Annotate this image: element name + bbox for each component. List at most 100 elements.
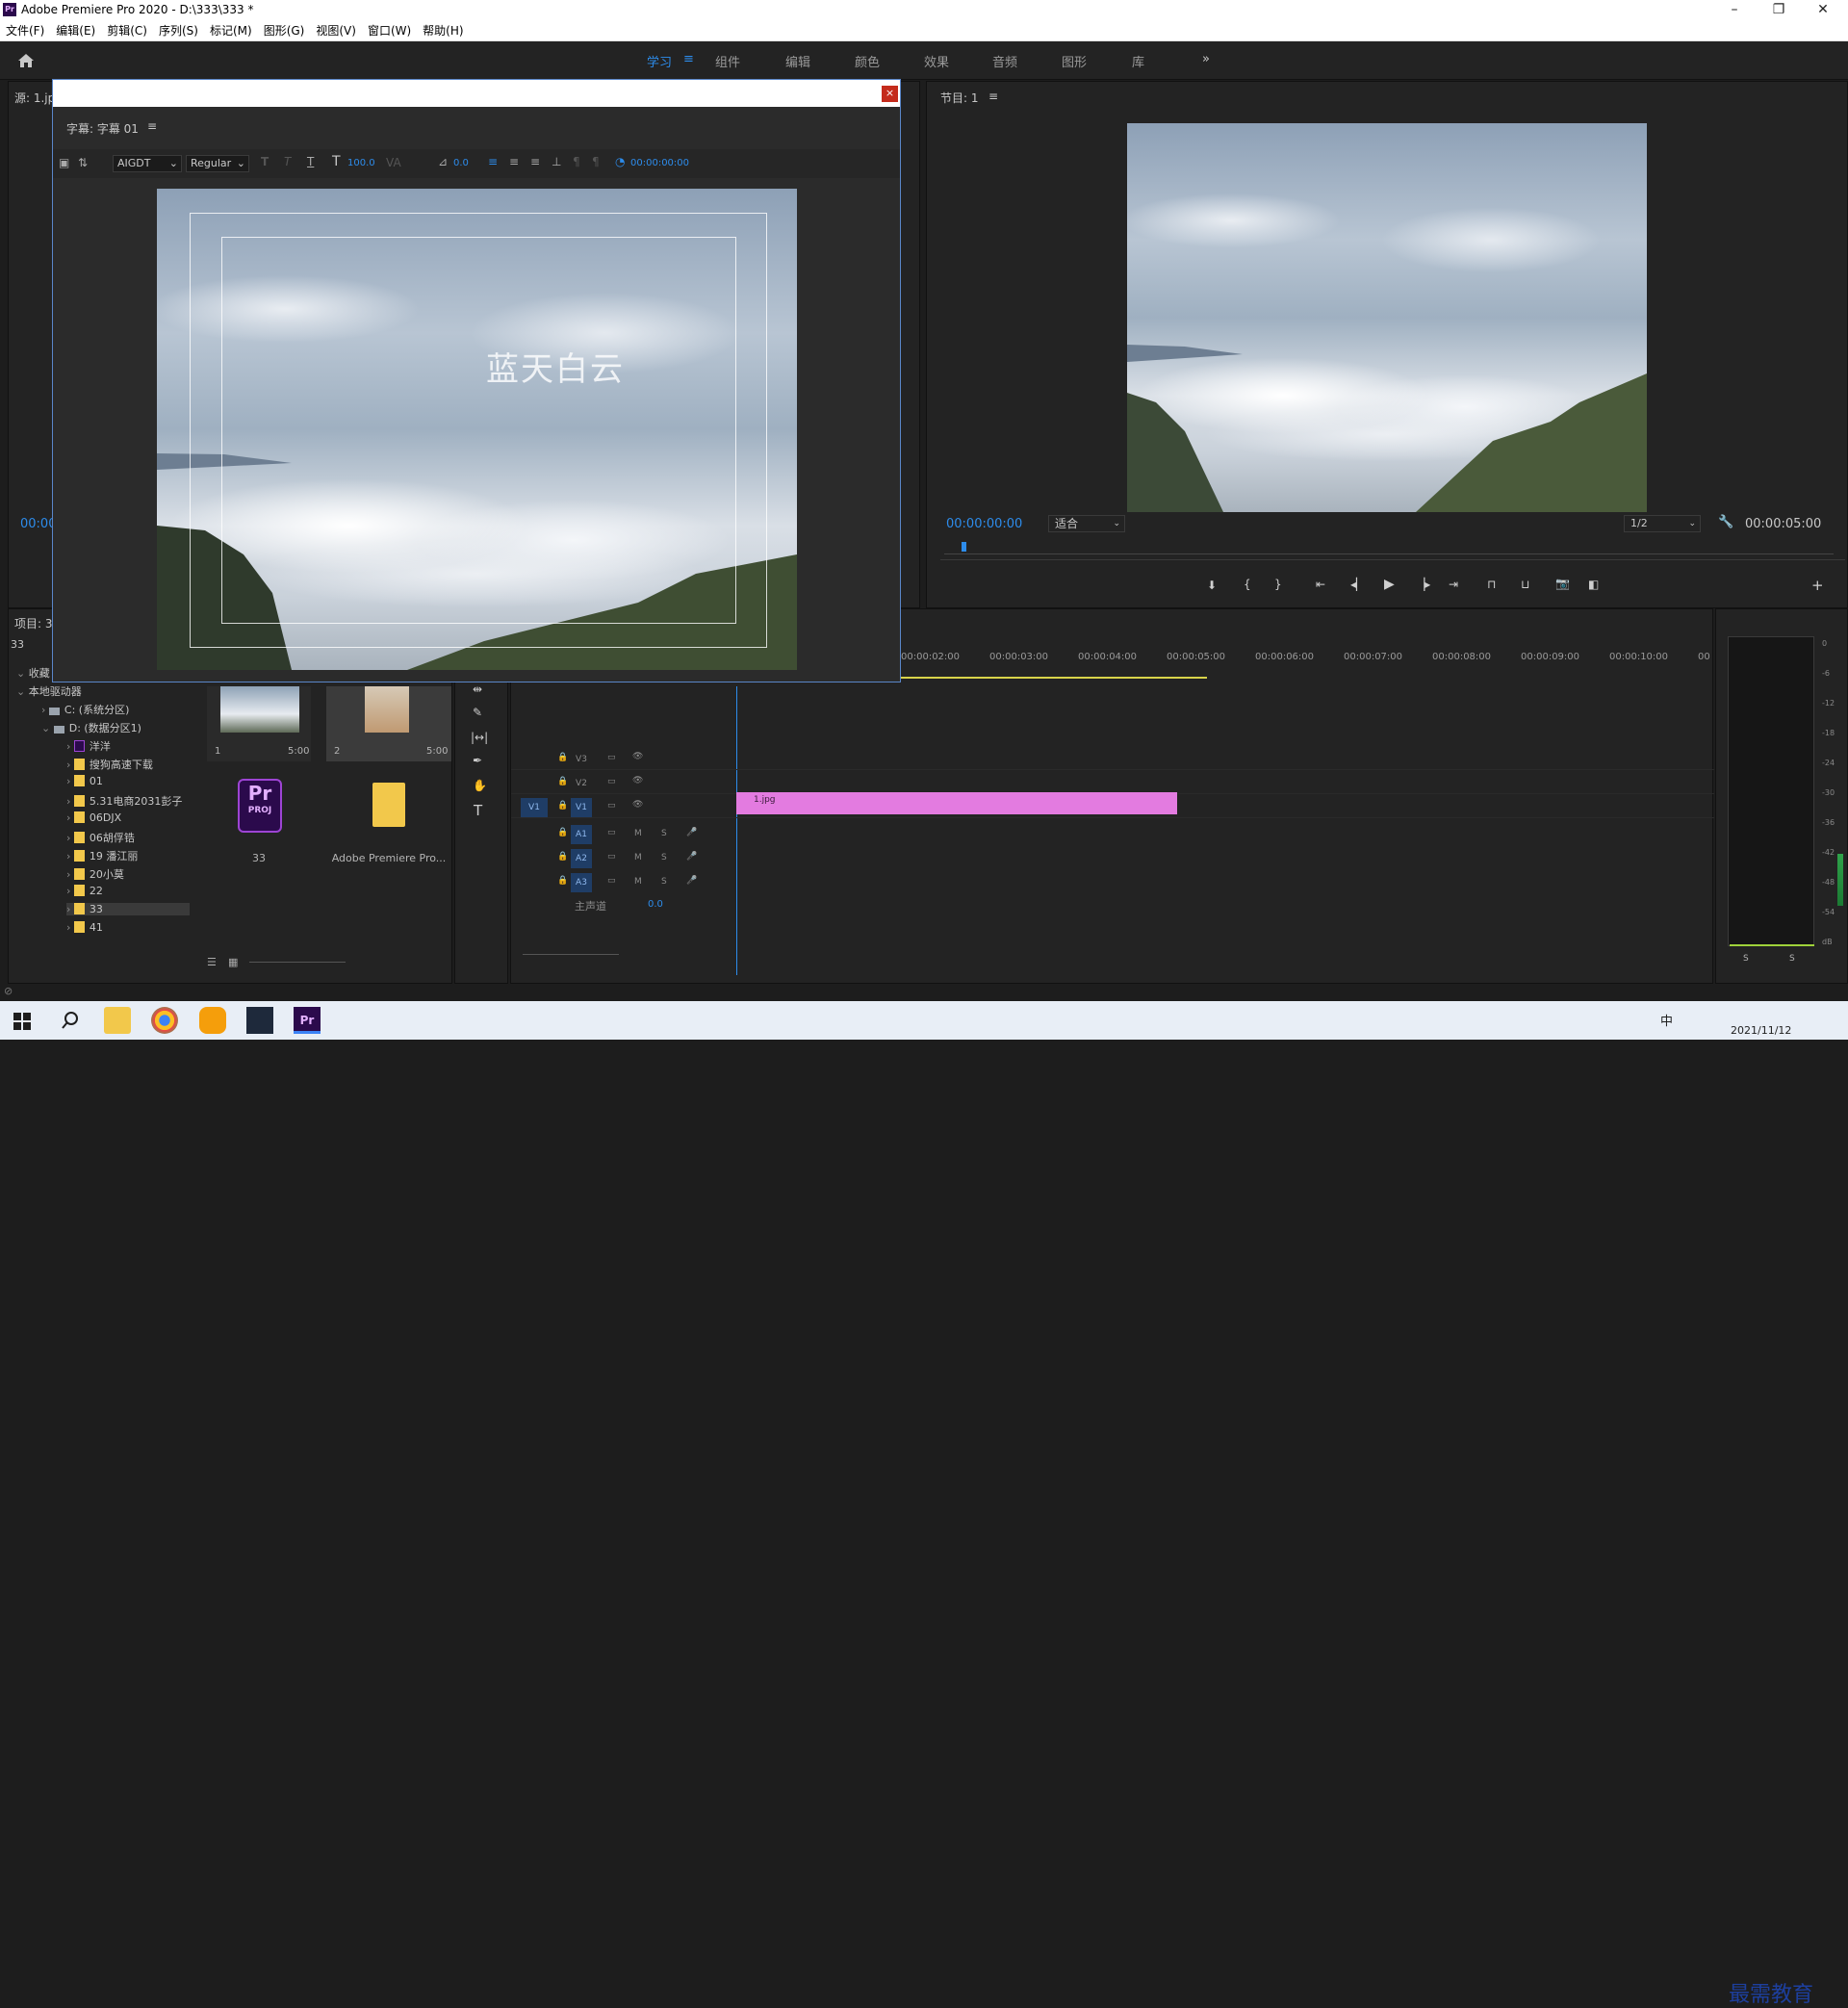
tab-stops-icon[interactable]: ⊥ [552,155,561,168]
tree-item[interactable]: ⌄ D: (数据分区1) [41,720,190,735]
chevron-icon[interactable]: ⌄ [41,722,54,734]
tree-item[interactable]: › 06DJX [66,811,190,824]
lock-icon[interactable]: 🔒 [557,801,568,811]
add-button-icon[interactable]: + [1811,577,1824,594]
menu-window[interactable]: 窗口(W) [362,21,417,41]
program-panel-menu-icon[interactable]: ≡ [988,90,998,103]
lock-icon[interactable]: 🔒 [557,777,568,786]
track-row[interactable]: 🔒 A3 ▭ M S 🎤 [511,872,1714,893]
solo-button[interactable]: S [661,853,667,862]
align-right-icon[interactable]: ≡ [530,155,540,168]
master-track-value[interactable]: 0.0 [648,899,663,910]
list-view-icon[interactable]: ☰ [207,956,217,968]
lock-icon[interactable]: 🔒 [557,852,568,862]
mute-button[interactable]: M [634,877,642,887]
program-playhead[interactable] [962,542,966,552]
title-template-icon[interactable]: ▣ [59,156,69,169]
sync-lock-icon[interactable]: ▭ [607,852,616,862]
tree-item[interactable]: › 洋洋 [66,738,190,754]
workspace-menu-icon[interactable]: ≡ [683,52,694,66]
workspace-color[interactable]: 颜色 [855,52,880,70]
eye-icon[interactable]: 👁 [632,752,643,761]
icon-view-icon[interactable]: ▦ [228,956,238,968]
lift-icon[interactable]: ⊓ [1487,578,1496,591]
step-back-icon[interactable]: ◂▏ [1350,578,1365,591]
track-target-a1[interactable]: A1 [571,825,592,844]
program-scrub-bar[interactable] [944,553,1834,554]
slip-tool-icon[interactable]: |↔| [471,731,488,744]
menu-view[interactable]: 视图(V) [310,21,362,41]
timeline-zoom-scroll[interactable] [523,954,619,955]
tree-item[interactable]: ⌄ 本地驱动器 [16,683,190,699]
razor-tool-icon[interactable]: ✎ [473,706,482,719]
solo-button[interactable]: S [661,877,667,887]
zoom-select[interactable]: 适合 ⌄ [1048,515,1125,532]
track-target-v2[interactable]: V2 [571,774,592,793]
tree-item[interactable]: › 20小莫 [66,866,190,882]
maximize-button[interactable]: ❐ [1757,0,1801,21]
search-icon[interactable] [62,1012,79,1029]
project-folder-adobe[interactable]: Adobe Premiere Pro... [326,771,451,877]
step-forward-icon[interactable]: ▕▸ [1416,578,1430,591]
mark-out-icon[interactable]: } [1274,578,1282,591]
extract-icon[interactable]: ⊔ [1521,578,1529,591]
eye-icon[interactable]: 👁 [632,776,643,785]
sync-lock-icon[interactable]: ▭ [607,777,616,786]
eye-icon[interactable]: 👁 [632,800,643,810]
tree-item[interactable]: › 06胡俘锆 [66,830,190,845]
microphone-icon[interactable]: 🎤 [686,828,697,837]
track-row[interactable]: 🔒 A1 ▭ M S 🎤 [511,824,1714,845]
tree-item[interactable]: › 5.31电商2031彭子 [66,793,190,809]
meter-volume-indicator[interactable] [1837,854,1843,906]
lock-icon[interactable]: 🔒 [557,876,568,886]
track-target-a3[interactable]: A3 [571,873,592,892]
chevron-icon[interactable]: › [66,832,74,844]
show-background-video-icon[interactable]: ◔ [615,155,625,168]
menu-help[interactable]: 帮助(H) [417,21,469,41]
program-current-timecode[interactable]: 00:00:00:00 [946,517,1022,531]
title-canvas[interactable]: 蓝天白云 [157,189,797,670]
export-frame-icon[interactable]: 📷 [1555,577,1570,590]
chevron-icon[interactable]: › [66,868,74,881]
bold-icon[interactable]: T [261,155,269,168]
menu-markers[interactable]: 标记(M) [204,21,258,41]
hand-tool-icon[interactable]: ✋ [473,779,487,792]
caption-text[interactable]: 蓝天白云 [486,343,679,390]
tree-item[interactable]: › 19 潘江丽 [66,848,190,863]
mute-button[interactable]: M [634,829,642,838]
media-thumbnail-1[interactable]: 1 5:00 [207,686,311,761]
chevron-icon[interactable]: ⌄ [16,685,29,698]
lock-icon[interactable]: 🔒 [557,828,568,837]
font-size-value[interactable]: 100.0 [347,158,375,168]
app-icon[interactable] [199,1007,226,1034]
workspace-effects[interactable]: 效果 [924,52,949,70]
sync-lock-icon[interactable]: ▭ [607,801,616,811]
meter-solo-right[interactable]: S [1789,954,1795,964]
chevron-icon[interactable]: › [41,704,49,716]
photos-icon[interactable] [246,1007,273,1034]
track-row[interactable]: 🔒 A2 ▭ M S 🎤 [511,848,1714,869]
text-direction-rtl-icon[interactable]: ¶ [592,155,600,168]
resolution-select[interactable]: 1/2 ⌄ [1624,515,1701,532]
workspace-graphics[interactable]: 图形 [1062,52,1087,70]
dialog-close-button[interactable]: × [882,86,898,102]
workspace-editing[interactable]: 编辑 [785,52,810,70]
leading-value[interactable]: 0.0 [453,158,469,168]
menu-file[interactable]: 文件(F) [0,21,50,41]
menu-sequence[interactable]: 序列(S) [153,21,204,41]
type-tool-icon[interactable]: T [474,802,482,819]
premiere-taskbar-icon[interactable]: Pr [294,1007,321,1034]
text-direction-icon[interactable]: ¶ [573,155,580,168]
align-left-icon[interactable]: ≡ [488,155,498,168]
chrome-icon[interactable] [151,1007,178,1034]
workspace-more-icon[interactable]: » [1202,52,1210,66]
track-row[interactable]: 🔒 V3 ▭ 👁 [511,749,1714,770]
underline-icon[interactable]: T [307,155,314,168]
pen-tool-icon[interactable]: ✒ [473,754,482,767]
home-icon[interactable] [17,53,35,68]
menu-graphics[interactable]: 图形(G) [258,21,311,41]
thumbnail-size-slider[interactable] [249,962,346,963]
menu-clip[interactable]: 剪辑(C) [101,21,153,41]
microphone-icon[interactable]: 🎤 [686,852,697,862]
tree-item[interactable]: › 33 [66,903,190,915]
